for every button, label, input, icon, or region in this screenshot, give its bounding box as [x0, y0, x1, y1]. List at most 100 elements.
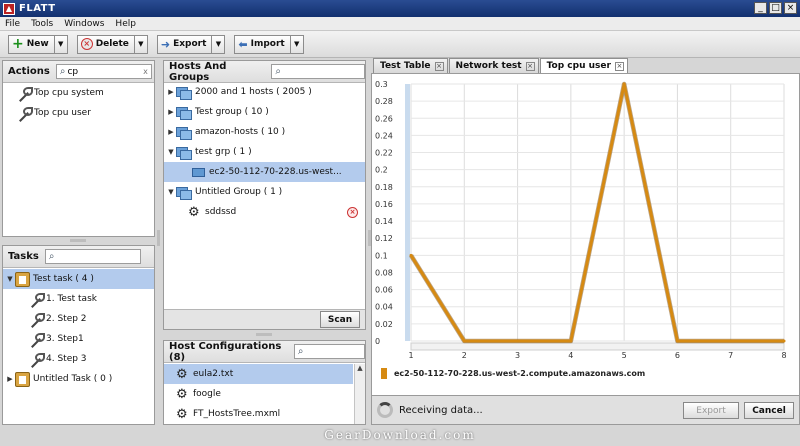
- expand-arrow-icon[interactable]: ▼: [5, 275, 15, 283]
- clipboard-icon: [15, 371, 30, 387]
- expand-arrow-icon[interactable]: ▼: [166, 188, 176, 196]
- splitter-handle[interactable]: [256, 333, 272, 336]
- plus-icon: +: [12, 36, 24, 52]
- chevron-down-icon: ▼: [57, 40, 64, 48]
- config-item-eula[interactable]: ⚙ eula2.txt: [164, 364, 353, 384]
- host-group-amazon[interactable]: ▶ amazon-hosts ( 10 ): [164, 122, 365, 142]
- data-point: [462, 339, 466, 343]
- expand-arrow-icon[interactable]: ▶: [166, 108, 176, 116]
- import-dropdown-button[interactable]: ▼: [290, 34, 304, 54]
- chevron-down-icon: ▼: [138, 40, 144, 48]
- x-tick-label: 8: [781, 351, 786, 360]
- tab-top-cpu-user[interactable]: Top cpu user ×: [539, 58, 628, 73]
- host-group-label: Untitled Group ( 1 ): [195, 187, 283, 197]
- host-item-sddssd[interactable]: ⚙ sddssd ×: [164, 202, 365, 222]
- y-tick-label: 0.02: [375, 320, 393, 329]
- task-item-test-task[interactable]: ▼ Test task ( 4 ): [3, 269, 154, 289]
- task-step-4[interactable]: 4. Step 3: [3, 349, 154, 369]
- tab-bar: Test Table × Network test × Top cpu user…: [373, 58, 629, 73]
- host-config-search[interactable]: ⌕: [293, 344, 365, 359]
- actions-panel: Actions ⌕ x Top cpu system Top cpu user: [2, 60, 155, 237]
- chart-scrollbar: [410, 342, 785, 351]
- new-label: New: [26, 39, 49, 49]
- watermark: GearDownload.com: [0, 425, 800, 446]
- new-button[interactable]: + New: [8, 34, 55, 54]
- tasks-search-input[interactable]: [56, 251, 127, 262]
- expand-arrow-icon[interactable]: ▶: [166, 128, 176, 136]
- cancel-button[interactable]: Cancel: [744, 402, 794, 419]
- close-window-button[interactable]: ×: [784, 2, 797, 14]
- config-item-foogle[interactable]: ⚙ foogle: [164, 384, 353, 404]
- delete-button[interactable]: × Delete: [76, 34, 135, 54]
- expand-arrow-icon[interactable]: ▼: [166, 148, 176, 156]
- task-item-untitled[interactable]: ▶ Untitled Task ( 0 ): [3, 369, 154, 389]
- export-dropdown-button[interactable]: ▼: [212, 34, 226, 54]
- config-item-ft-hoststree[interactable]: ⚙ FT_HostsTree.mxml: [164, 404, 353, 424]
- host-config-title: Host Configurations (8): [169, 340, 282, 363]
- wrench-icon: [29, 332, 45, 346]
- loading-spinner-icon: [377, 402, 393, 418]
- tasks-search[interactable]: ⌕: [44, 249, 141, 264]
- data-point: [409, 253, 413, 257]
- y-tick-label: 0.06: [375, 286, 393, 295]
- expand-arrow-icon[interactable]: ▶: [5, 375, 15, 383]
- minimize-button[interactable]: _: [754, 2, 767, 14]
- wrench-icon: [17, 86, 33, 100]
- hosts-header: Hosts And Groups ⌕: [164, 61, 365, 83]
- host-config-search-input[interactable]: [305, 346, 358, 357]
- close-tab-icon[interactable]: ×: [525, 61, 535, 71]
- host-group-test-group[interactable]: ▶ Test group ( 10 ): [164, 102, 365, 122]
- data-point: [569, 339, 573, 343]
- close-tab-icon[interactable]: ×: [434, 61, 444, 71]
- action-item-top-cpu-system[interactable]: Top cpu system: [3, 83, 154, 103]
- task-label: Test task ( 4 ): [33, 274, 94, 284]
- splitter-handle[interactable]: [157, 230, 160, 246]
- scan-button[interactable]: Scan: [320, 311, 360, 328]
- splitter-handle[interactable]: [70, 239, 86, 242]
- y-tick-label: 0: [375, 337, 380, 346]
- task-step-2[interactable]: 2. Step 2: [3, 309, 154, 329]
- gear-icon: ⚙: [176, 406, 188, 422]
- task-label: Untitled Task ( 0 ): [33, 374, 113, 384]
- menu-help[interactable]: Help: [110, 19, 142, 29]
- task-step-1[interactable]: 1. Test task: [3, 289, 154, 309]
- legend-label: ec2-50-112-70-228.us-west-2.compute.amaz…: [394, 369, 645, 378]
- actions-search-input[interactable]: [67, 66, 128, 77]
- delete-dropdown-button[interactable]: ▼: [134, 34, 148, 54]
- host-group-icon: [176, 86, 192, 100]
- maximize-button[interactable]: □: [769, 2, 782, 14]
- y-tick-label: 0.16: [375, 200, 393, 209]
- host-group-test-grp[interactable]: ▼ test grp ( 1 ): [164, 142, 365, 162]
- chart-panel: 0 0.02 0.04 0.06 0.08 0.1 0.12 0.14 0.16 0.18 0.2 0…: [371, 73, 800, 396]
- new-dropdown-button[interactable]: ▼: [54, 34, 68, 54]
- hosts-search[interactable]: ⌕: [271, 64, 365, 79]
- host-group-icon: [176, 186, 192, 200]
- toolbar: + New ▼ × Delete ▼ ➜ Export ▼ ⬅ Import ▼: [0, 31, 800, 58]
- clear-search-icon[interactable]: x: [143, 67, 148, 76]
- menu-windows[interactable]: Windows: [59, 19, 110, 29]
- close-tab-icon[interactable]: ×: [614, 61, 624, 71]
- x-tick-label: 4: [568, 351, 573, 360]
- expand-arrow-icon[interactable]: ▶: [166, 88, 176, 96]
- y-tick-label: 0.22: [375, 149, 393, 158]
- host-group-2000[interactable]: ▶ 2000 and 1 hosts ( 2005 ): [164, 82, 365, 102]
- action-item-top-cpu-user[interactable]: Top cpu user: [3, 103, 154, 123]
- menu-file[interactable]: File: [0, 19, 26, 29]
- export-chart-button[interactable]: Export: [683, 402, 739, 419]
- export-button[interactable]: ➜ Export: [156, 34, 213, 54]
- task-step-3[interactable]: 3. Step1: [3, 329, 154, 349]
- menu-tools[interactable]: Tools: [26, 19, 59, 29]
- tab-network-test[interactable]: Network test ×: [448, 58, 539, 73]
- config-scrollbar[interactable]: ▲: [354, 364, 365, 424]
- tab-test-table[interactable]: Test Table ×: [373, 58, 448, 73]
- x-tick-label: 2: [462, 351, 467, 360]
- import-button[interactable]: ⬅ Import: [234, 34, 291, 54]
- tasks-title: Tasks: [8, 251, 39, 262]
- app-icon: ▲: [3, 2, 15, 15]
- remove-host-icon[interactable]: ×: [347, 206, 358, 218]
- scroll-up-icon[interactable]: ▲: [355, 364, 365, 372]
- host-group-untitled[interactable]: ▼ Untitled Group ( 1 ): [164, 182, 365, 202]
- actions-search[interactable]: ⌕ x: [55, 64, 152, 79]
- hosts-search-input[interactable]: [282, 66, 355, 77]
- host-item-ec2[interactable]: ec2-50-112-70-228.us-west...: [164, 162, 365, 182]
